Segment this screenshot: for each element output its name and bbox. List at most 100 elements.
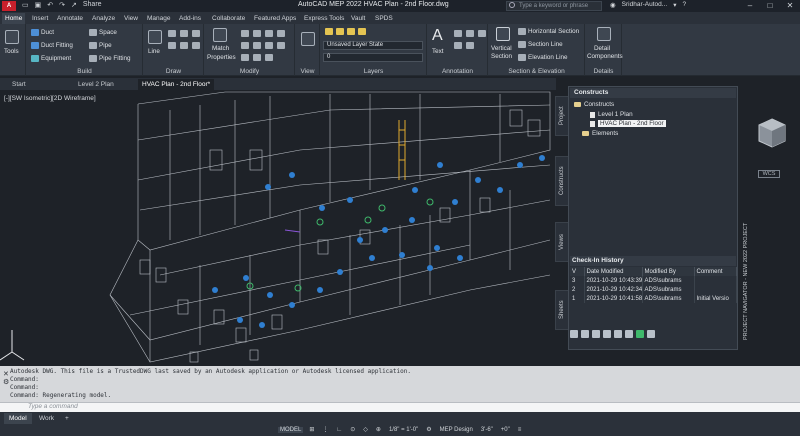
wcs-menu[interactable]: WCS bbox=[758, 170, 780, 178]
delete-icon[interactable] bbox=[625, 330, 633, 338]
table-icon[interactable] bbox=[478, 30, 486, 37]
new-icon[interactable] bbox=[570, 330, 578, 338]
match-properties-icon[interactable] bbox=[213, 28, 227, 42]
rectangle-icon[interactable] bbox=[168, 42, 176, 49]
tree-item-level-1-plan[interactable]: Level 1 Plan bbox=[590, 111, 633, 118]
tab-home[interactable]: Home bbox=[2, 13, 26, 24]
tab-insert[interactable]: Insert bbox=[32, 13, 48, 24]
copy-icon[interactable] bbox=[592, 330, 600, 338]
minimize-icon[interactable]: – bbox=[740, 0, 760, 12]
column-header[interactable]: V bbox=[570, 267, 585, 276]
elevation-value[interactable]: 3'-6" bbox=[479, 427, 495, 433]
elevation-line-button[interactable]: Elevation Line bbox=[518, 54, 568, 61]
viewport-controls-label[interactable]: [-][SW Isometric][2D Wireframe] bbox=[4, 95, 96, 102]
detail-components-icon[interactable] bbox=[597, 27, 611, 41]
ortho-icon[interactable]: ∟ bbox=[334, 427, 344, 433]
column-header[interactable]: Modified By bbox=[642, 267, 695, 276]
tab-vault[interactable]: Vault bbox=[351, 13, 365, 24]
keynote-icon[interactable] bbox=[466, 42, 474, 49]
erase-icon[interactable] bbox=[253, 54, 261, 61]
close-icon[interactable]: ✕ bbox=[3, 370, 9, 378]
table-row[interactable]: 1 2021-10-29 10:41:58 ADS\subrams Initia… bbox=[570, 294, 737, 303]
tools-icon[interactable] bbox=[5, 30, 19, 44]
line-label[interactable]: Line bbox=[148, 48, 160, 55]
tab-annotate[interactable]: Annotate bbox=[57, 13, 83, 24]
text-icon[interactable]: A bbox=[432, 27, 443, 45]
explode-icon[interactable] bbox=[265, 54, 273, 61]
layer-lock-icon[interactable] bbox=[358, 28, 366, 35]
open-icon[interactable]: ▭ bbox=[22, 1, 29, 9]
tools-label[interactable]: Tools bbox=[4, 48, 19, 55]
share-label[interactable]: Share bbox=[83, 1, 102, 9]
hatch-icon[interactable] bbox=[180, 42, 188, 49]
section-label[interactable]: Section bbox=[491, 53, 512, 60]
search-input[interactable]: Type a keyword or phrase bbox=[506, 1, 602, 11]
column-header[interactable]: Comment bbox=[694, 267, 737, 276]
tab-view[interactable]: View bbox=[124, 13, 138, 24]
leader-icon[interactable] bbox=[466, 30, 474, 37]
tree-item-constructs[interactable]: Constructs bbox=[574, 101, 614, 108]
refresh-icon[interactable] bbox=[636, 330, 644, 338]
tab-hvac-plan[interactable]: HVAC Plan - 2nd Floor* bbox=[138, 79, 215, 90]
scale-value[interactable]: 1/8" = 1'-0" bbox=[387, 427, 420, 433]
user-name[interactable]: Sridhar-Autod... bbox=[622, 1, 668, 9]
spline-icon[interactable] bbox=[192, 42, 200, 49]
tab-featured-apps[interactable]: Featured Apps bbox=[254, 13, 296, 24]
sync-icon[interactable] bbox=[647, 330, 655, 338]
duct-fitting-button[interactable]: Duct Fitting bbox=[31, 42, 73, 49]
drawing-viewport[interactable] bbox=[0, 90, 556, 366]
pipe-fitting-button[interactable]: Pipe Fitting bbox=[89, 55, 131, 62]
paste-icon[interactable] bbox=[603, 330, 611, 338]
undo-icon[interactable]: ↶ bbox=[47, 1, 53, 9]
cart-icon[interactable]: ▾ bbox=[673, 1, 676, 9]
space-button[interactable]: Space bbox=[89, 29, 117, 36]
tab-spds[interactable]: SPDS bbox=[375, 13, 393, 24]
layer-properties-icon[interactable] bbox=[325, 28, 333, 35]
workspace-icon[interactable]: ⚙ bbox=[424, 426, 433, 433]
tab-manage[interactable]: Manage bbox=[147, 13, 171, 24]
tab-add-ins[interactable]: Add-ins bbox=[179, 13, 201, 24]
close-icon[interactable]: ✕ bbox=[780, 0, 800, 12]
display-config[interactable]: MEP Design bbox=[438, 427, 475, 433]
layer-state-dropdown[interactable]: Unsaved Layer State bbox=[323, 41, 423, 50]
tab-express-tools[interactable]: Express Tools bbox=[304, 13, 344, 24]
section-line-button[interactable]: Section Line bbox=[518, 41, 563, 48]
table-row[interactable]: 2 2021-10-29 10:42:34 ADS\subrams bbox=[570, 285, 737, 294]
view-icon[interactable] bbox=[301, 32, 315, 46]
tab-work[interactable]: Work bbox=[34, 413, 59, 424]
trim-icon[interactable] bbox=[265, 30, 273, 37]
circle-icon[interactable] bbox=[180, 30, 188, 37]
copy-icon[interactable] bbox=[277, 30, 285, 37]
vertical-section-icon[interactable] bbox=[496, 27, 510, 41]
tab-model[interactable]: Model bbox=[4, 413, 32, 424]
polyline-icon[interactable] bbox=[168, 30, 176, 37]
layer-on-icon[interactable] bbox=[336, 28, 344, 35]
tab-analyze[interactable]: Analyze bbox=[92, 13, 115, 24]
annotation-scale-icon[interactable]: ⊕ bbox=[374, 426, 383, 433]
model-space-button[interactable]: MODEL bbox=[278, 426, 304, 433]
properties-icon[interactable] bbox=[614, 330, 622, 338]
tab-start[interactable]: Start bbox=[8, 79, 30, 90]
fillet-icon[interactable] bbox=[253, 42, 261, 49]
snap-icon[interactable]: ⋮ bbox=[320, 426, 330, 433]
open-folder-icon[interactable] bbox=[581, 330, 589, 338]
tree-item-elements[interactable]: Elements bbox=[582, 130, 618, 137]
match-label[interactable]: Match bbox=[212, 45, 229, 52]
scale-icon[interactable] bbox=[265, 42, 273, 49]
app-logo[interactable]: A bbox=[2, 1, 16, 11]
add-layout-button[interactable]: + bbox=[60, 413, 74, 424]
command-input[interactable]: Type a command bbox=[28, 403, 78, 410]
maximize-icon[interactable]: □ bbox=[760, 0, 780, 12]
grid-icon[interactable]: ⊞ bbox=[307, 426, 316, 433]
settings-icon[interactable]: ⚙ bbox=[3, 378, 9, 386]
text-label[interactable]: Text bbox=[432, 48, 444, 55]
offset-value[interactable]: +0" bbox=[499, 427, 512, 433]
mirror-icon[interactable] bbox=[241, 42, 249, 49]
dimension-icon[interactable] bbox=[454, 30, 462, 37]
detail-label[interactable]: Detail bbox=[594, 45, 610, 52]
tab-project[interactable]: Project bbox=[555, 96, 569, 136]
move-icon[interactable] bbox=[241, 30, 249, 37]
user-area[interactable]: ◉ Sridhar-Autod... ▾ ? bbox=[610, 1, 686, 9]
tree-item-hvac-plan[interactable]: HVAC Plan - 2nd Floor bbox=[590, 120, 666, 127]
equipment-button[interactable]: Equipment bbox=[31, 55, 71, 62]
